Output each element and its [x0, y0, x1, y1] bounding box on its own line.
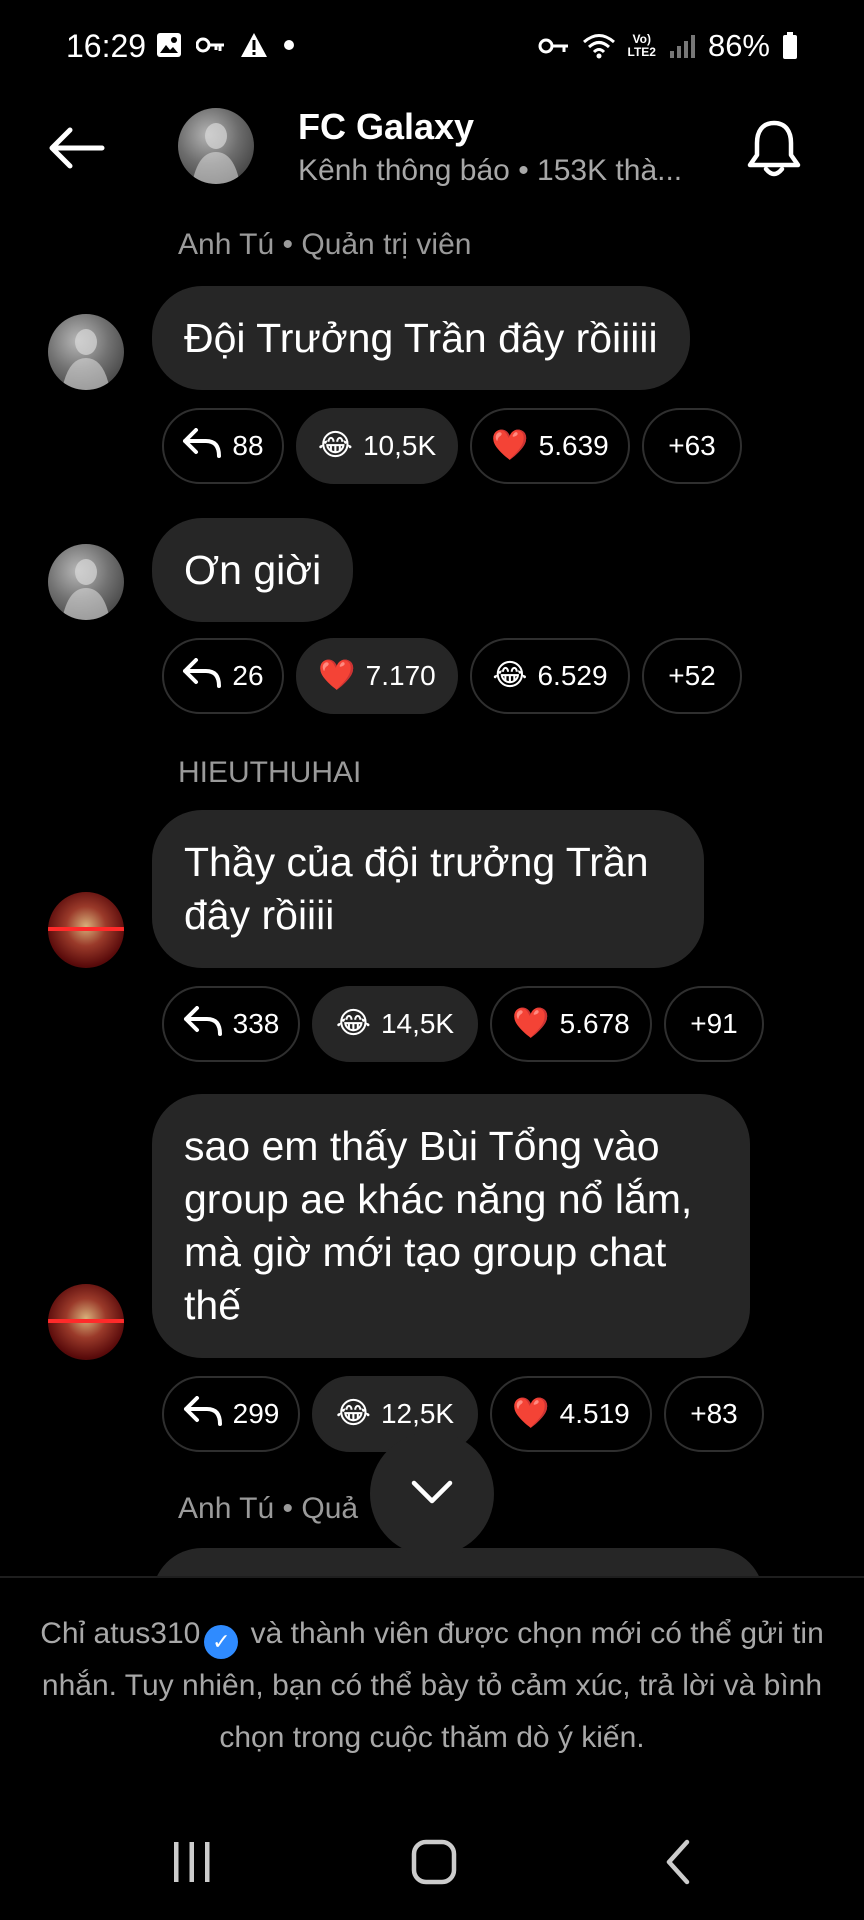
- reply-count: 88: [232, 430, 264, 461]
- avatar[interactable]: [48, 544, 124, 620]
- laugh-icon: 😂: [335, 1397, 371, 1430]
- status-bar: 16:29 Vo) LTE2 86%: [0, 0, 864, 96]
- reply-count: 299: [232, 1398, 280, 1429]
- sender-label: Anh Tú • Quản trị viên: [178, 228, 472, 261]
- battery-percent: 86%: [707, 28, 770, 63]
- avatar[interactable]: [48, 314, 124, 390]
- status-time: 16:29: [66, 28, 147, 64]
- vpn-key-icon: [538, 36, 570, 56]
- status-icons-right: Vo) LTE2 86%: [538, 28, 799, 64]
- reply-icon: [183, 1005, 223, 1043]
- key-icon: [196, 35, 226, 55]
- reply-count: 338: [232, 1008, 280, 1039]
- more-reactions-count: +91: [690, 1008, 738, 1039]
- gallery-icon: [156, 32, 182, 58]
- more-reactions-button[interactable]: +52: [642, 638, 742, 714]
- heart-icon: ❤️: [491, 429, 529, 462]
- heart-icon: ❤️: [512, 1397, 550, 1430]
- back-arrow-icon[interactable]: [40, 116, 112, 180]
- reaction-count: 10,5K: [362, 430, 437, 461]
- system-nav-bar: [0, 1800, 864, 1920]
- message-bubble[interactable]: Đội Trưởng Trần đây rồiiiii: [152, 286, 690, 390]
- reaction-row: 26 ❤️ 7.170 😂 6.529 +52: [162, 638, 742, 714]
- reaction-count: 5.639: [538, 430, 609, 461]
- reply-button[interactable]: 88: [162, 408, 284, 484]
- more-reactions-count: +52: [668, 660, 716, 691]
- chevron-down-icon: [410, 1479, 454, 1510]
- reply-count: 26: [232, 660, 264, 691]
- reaction-count: 5.678: [559, 1008, 630, 1039]
- dot-icon: [282, 38, 296, 52]
- message-bubble[interactable]: Thầy của đội trưởng Trần đây rồiiii: [152, 810, 704, 968]
- battery-icon: [782, 32, 798, 60]
- laugh-icon: 😂: [317, 429, 353, 462]
- reply-button[interactable]: 26: [162, 638, 284, 714]
- reply-button[interactable]: 338: [162, 986, 300, 1062]
- reaction-heart[interactable]: ❤️ 5.639: [470, 408, 630, 484]
- notice-text-start: Chỉ atus310: [40, 1617, 201, 1650]
- sender-label: HIEUTHUHAI: [178, 756, 362, 789]
- avatar[interactable]: [48, 1284, 124, 1360]
- reply-icon: [183, 1395, 223, 1433]
- warning-icon: [240, 32, 268, 58]
- reaction-count: 7.170: [365, 660, 436, 691]
- reply-icon: [182, 657, 222, 695]
- signal-icon: [668, 33, 696, 59]
- bell-icon[interactable]: [740, 114, 808, 182]
- read-only-notice: Chỉ atus310 ✓ và thành viên được chọn mới…: [0, 1576, 864, 1826]
- verified-badge-icon: ✓: [204, 1625, 239, 1659]
- reaction-row: 338 😂 14,5K ❤️ 5.678 +91: [162, 986, 764, 1062]
- heart-icon: ❤️: [318, 659, 356, 692]
- channel-title[interactable]: FC Galaxy: [298, 106, 474, 148]
- message-text: sao em thấy Bùi Tổng vào group ae khác n…: [184, 1123, 693, 1328]
- reaction-laugh[interactable]: 😂 10,5K: [296, 408, 458, 484]
- scroll-down-button[interactable]: [370, 1432, 494, 1556]
- reply-button[interactable]: 299: [162, 1376, 300, 1452]
- reaction-count: 12,5K: [380, 1398, 455, 1429]
- more-reactions-button[interactable]: +91: [664, 986, 764, 1062]
- nav-back-icon[interactable]: [638, 1832, 718, 1892]
- message-text: Thầy của đội trưởng Trần đây rồiiii: [184, 839, 649, 938]
- reaction-heart[interactable]: ❤️ 5.678: [490, 986, 652, 1062]
- message-text: Đội Trưởng Trần đây rồiiiii: [184, 314, 658, 361]
- reply-icon: [182, 427, 222, 465]
- more-reactions-count: +63: [668, 430, 716, 461]
- channel-header: FC Galaxy Kênh thông báo • 153K thà...: [0, 96, 864, 200]
- avatar[interactable]: [48, 892, 124, 968]
- reaction-laugh[interactable]: 😂 6.529: [470, 638, 630, 714]
- reaction-row: 88 😂 10,5K ❤️ 5.639 +63: [162, 408, 742, 484]
- more-reactions-count: +83: [690, 1398, 738, 1429]
- channel-subtitle[interactable]: Kênh thông báo • 153K thà...: [298, 154, 718, 188]
- more-reactions-button[interactable]: +83: [664, 1376, 764, 1452]
- reaction-count: 6.529: [537, 660, 608, 691]
- message-bubble[interactable]: Ơn giời: [152, 518, 354, 622]
- reaction-heart[interactable]: ❤️ 4.519: [490, 1376, 652, 1452]
- more-reactions-button[interactable]: +63: [642, 408, 742, 484]
- message-bubble[interactable]: sao em thấy Bùi Tổng vào group ae khác n…: [152, 1094, 750, 1358]
- home-icon[interactable]: [394, 1832, 474, 1892]
- message-text: Ơn giời: [184, 546, 322, 593]
- reaction-heart[interactable]: ❤️ 7.170: [296, 638, 458, 714]
- laugh-icon: 😂: [492, 659, 528, 692]
- channel-avatar[interactable]: [178, 108, 254, 184]
- laugh-icon: 😂: [335, 1007, 371, 1040]
- reaction-laugh[interactable]: 😂 14,5K: [312, 986, 478, 1062]
- status-icons-left: [156, 32, 296, 58]
- volte-icon: Vo) LTE2: [627, 32, 656, 59]
- reaction-count: 14,5K: [380, 1008, 455, 1039]
- notice-text: Chỉ atus310 ✓ và thành viên được chọn mới…: [36, 1608, 828, 1764]
- heart-icon: ❤️: [512, 1007, 550, 1040]
- reaction-count: 4.519: [559, 1398, 630, 1429]
- sender-label: Anh Tú • Quả: [178, 1492, 359, 1525]
- recents-icon[interactable]: [152, 1832, 232, 1892]
- wifi-icon: [582, 32, 616, 60]
